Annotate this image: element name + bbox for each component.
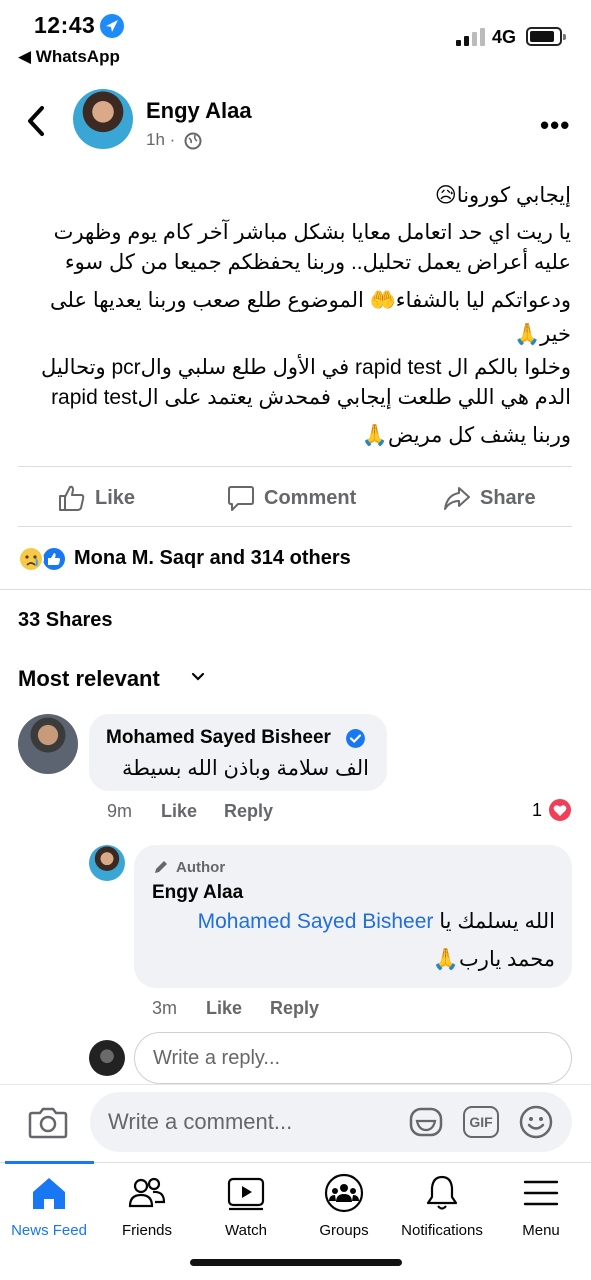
reply-author-avatar[interactable] xyxy=(89,845,125,881)
location-arrow-icon xyxy=(100,14,124,38)
comment-button[interactable]: Comment xyxy=(226,483,356,513)
post-text-line: وربنا يشف كل مريض🙏 xyxy=(361,424,571,447)
active-tab-indicator xyxy=(5,1161,94,1164)
verified-badge-icon xyxy=(346,729,365,748)
sticker-icon[interactable] xyxy=(408,1104,444,1140)
tab-label: News Feed xyxy=(11,1222,87,1239)
share-icon xyxy=(444,487,470,510)
menu-icon xyxy=(523,1180,559,1206)
tab-watch[interactable]: Watch xyxy=(197,1172,295,1244)
comment-sort-dropdown[interactable]: Most relevant xyxy=(18,666,160,692)
author-badge: Author xyxy=(152,858,225,876)
post-text-line: وخلوا بالكم ال rapid test في الأول طلع س… xyxy=(41,356,571,379)
signal-icon xyxy=(456,28,485,46)
post-author-name[interactable]: Engy Alaa xyxy=(146,98,252,124)
battery-icon xyxy=(526,27,566,46)
chevron-down-icon[interactable] xyxy=(190,669,206,685)
commenter-avatar[interactable] xyxy=(18,714,78,774)
reply-reply-button[interactable]: Reply xyxy=(270,998,319,1019)
status-time: 12:43 xyxy=(34,12,96,38)
heart-count[interactable]: 1 xyxy=(532,800,542,821)
globe-icon xyxy=(184,132,202,150)
gif-button[interactable]: GIF xyxy=(463,1106,499,1138)
tab-label: Groups xyxy=(319,1222,369,1239)
groups-icon xyxy=(324,1173,364,1213)
emoji-icon[interactable] xyxy=(518,1104,554,1140)
author-badge-label: Author xyxy=(176,858,226,876)
author-avatar[interactable] xyxy=(73,89,133,149)
reply-text-before-mention: الله يسلمك يا xyxy=(439,910,555,933)
tab-groups[interactable]: Groups xyxy=(295,1172,393,1244)
divider xyxy=(18,466,572,467)
post-text-line: عليه أعراض يعمل تحليل.. وربنا يحفظكم جمي… xyxy=(64,251,571,274)
tab-label: Menu xyxy=(522,1222,560,1239)
tab-menu[interactable]: Menu xyxy=(492,1172,590,1244)
more-options-button[interactable]: ••• xyxy=(540,110,570,141)
share-button[interactable]: Share xyxy=(442,483,536,513)
comment-icon xyxy=(228,486,254,511)
reply-text-line: محمد يارب🙏 xyxy=(432,948,555,971)
comment-text: الف سلامة وباذن الله بسيطة xyxy=(122,757,369,780)
mention-link[interactable]: Mohamed Sayed Bisheer xyxy=(198,910,434,933)
like-label: Like xyxy=(95,486,136,509)
tab-friends[interactable]: Friends xyxy=(98,1172,196,1244)
reaction-icons[interactable] xyxy=(18,546,68,572)
reactions-summary[interactable]: Mona M. Saqr and 314 others xyxy=(74,547,351,570)
commenter-name[interactable]: Mohamed Sayed Bisheer xyxy=(106,727,331,749)
tab-label: Watch xyxy=(225,1222,267,1239)
post-text-line: إيجابي كورونا😥 xyxy=(434,184,571,207)
post-text-line: الدم هي اللي طلعت إيجابي فمحدش يعتمد على… xyxy=(51,386,571,409)
back-to-whatsapp-link[interactable]: ◀ WhatsApp xyxy=(18,47,120,67)
my-avatar xyxy=(89,1040,125,1076)
post-text-line: خير🙏 xyxy=(513,323,571,346)
tab-label: Friends xyxy=(121,1222,173,1239)
shares-count[interactable]: 33 Shares xyxy=(18,609,113,632)
tab-label: Notifications xyxy=(401,1222,483,1239)
comment-input[interactable]: Write a comment... xyxy=(90,1092,572,1152)
tab-news-feed[interactable]: News Feed xyxy=(0,1172,98,1244)
watch-icon xyxy=(227,1177,265,1211)
like-button[interactable]: Like xyxy=(57,483,135,513)
friends-icon xyxy=(128,1177,166,1208)
comment-time: 9m xyxy=(107,801,133,821)
divider xyxy=(0,589,591,590)
share-label: Share xyxy=(480,486,536,509)
reply-input[interactable]: Write a reply... xyxy=(134,1032,572,1084)
reply-author-name[interactable]: Engy Alaa xyxy=(152,882,243,904)
comment-reply-button[interactable]: Reply xyxy=(224,801,273,822)
home-icon xyxy=(33,1178,65,1209)
back-arrow-icon[interactable] xyxy=(22,104,52,138)
pen-icon xyxy=(155,861,167,873)
bell-icon xyxy=(426,1175,458,1210)
comment-like-button[interactable]: Like xyxy=(161,801,197,822)
thumbs-up-icon xyxy=(59,485,85,511)
home-indicator xyxy=(190,1259,402,1266)
post-text-line: ودعواتكم ليا بالشفاء🤲 الموضوع طلع صعب ور… xyxy=(50,289,571,312)
tab-notifications[interactable]: Notifications xyxy=(393,1172,491,1244)
comment-label: Comment xyxy=(264,486,357,509)
heart-reaction-icon[interactable] xyxy=(547,797,573,823)
network-type: 4G xyxy=(492,27,517,47)
camera-icon[interactable] xyxy=(28,1104,68,1140)
divider xyxy=(18,526,572,527)
reply-text-line: الله يسلمك يا Mohamed Sayed Bisheer xyxy=(198,909,555,934)
reply-time: 3m xyxy=(152,998,178,1018)
post-text-line: يا ريت اي حد اتعامل معايا بشكل مباشر آخر… xyxy=(53,221,571,244)
reply-like-button[interactable]: Like xyxy=(206,998,242,1019)
post-timestamp[interactable]: 1h · xyxy=(146,130,175,150)
